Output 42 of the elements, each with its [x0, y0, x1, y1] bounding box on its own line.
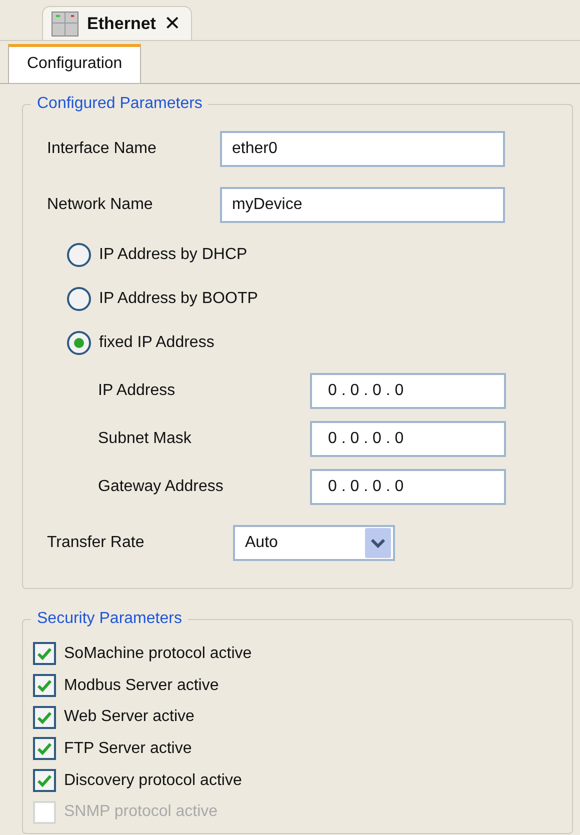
radio-label: IP Address by BOOTP: [99, 289, 258, 309]
field-label: Interface Name: [47, 139, 158, 159]
text-field[interactable]: myDevice: [220, 187, 505, 223]
device-icon: [51, 10, 79, 36]
field-label: Gateway Address: [98, 477, 224, 497]
radio-button[interactable]: [67, 287, 91, 311]
radio-label: fixed IP Address: [99, 333, 214, 353]
radio-button[interactable]: [67, 331, 91, 355]
checkbox[interactable]: [33, 642, 56, 666]
field-label: Subnet Mask: [98, 429, 192, 449]
ip-field[interactable]: 0 . 0 . 0 . 0: [310, 421, 506, 457]
radio-label: IP Address by DHCP: [99, 245, 248, 265]
editor-tab[interactable]: Ethernet ✕: [42, 6, 192, 40]
close-icon[interactable]: ✕: [164, 8, 181, 38]
config-tab[interactable]: Configuration: [8, 44, 142, 83]
checkmark-icon: [37, 774, 52, 788]
checkbox-label: Web Server active: [64, 707, 194, 728]
checkmark-icon: [37, 647, 52, 660]
text-field[interactable]: ether0: [220, 131, 505, 167]
ip-field[interactable]: 0 . 0 . 0 . 0: [310, 469, 506, 505]
tab-title: Ethernet: [87, 12, 156, 35]
checkbox-label: FTP Server active: [64, 738, 192, 759]
ip-field[interactable]: 0 . 0 . 0 . 0: [310, 373, 506, 409]
checkmark-icon: [37, 710, 52, 724]
dropdown[interactable]: Auto: [233, 525, 395, 561]
group-title: Configured Parameters: [31, 94, 208, 114]
field-label: Network Name: [47, 195, 154, 215]
field-label: Transfer Rate: [47, 533, 146, 553]
radio-button[interactable]: [67, 243, 91, 267]
checkmark-icon: [37, 679, 52, 692]
checkbox[interactable]: [33, 674, 56, 698]
checkbox[interactable]: [33, 737, 56, 760]
chevron-icon[interactable]: [365, 528, 391, 558]
field-label: IP Address: [98, 381, 176, 401]
checkbox[interactable]: [33, 769, 56, 792]
checkbox-label: Discovery protocol active: [64, 770, 242, 791]
checkbox[interactable]: [33, 706, 56, 729]
checkbox-label: SoMachine protocol active: [64, 644, 252, 664]
group-title: Security Parameters: [31, 609, 188, 629]
checkbox-label: SNMP protocol active: [64, 802, 218, 822]
checkbox-label: Modbus Server active: [64, 676, 219, 696]
checkmark-icon: [37, 742, 52, 756]
